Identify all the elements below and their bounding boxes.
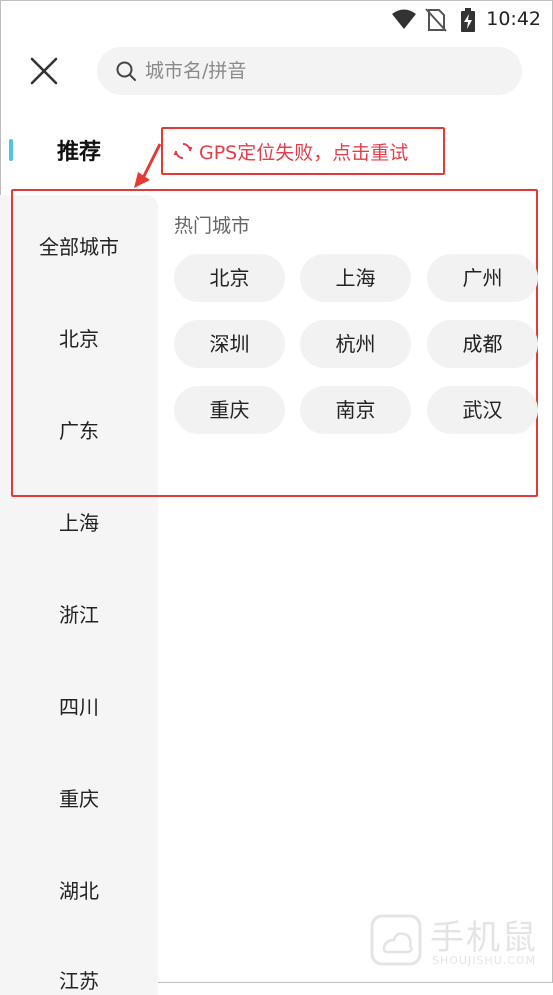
city-chip-guangzhou[interactable]: 广州 bbox=[427, 254, 538, 302]
search-input[interactable] bbox=[143, 59, 487, 83]
watermark: 手机鼠 SHOUJISHU.COM bbox=[368, 910, 548, 972]
city-chip-shenzhen[interactable]: 深圳 bbox=[174, 320, 285, 368]
no-sim-icon bbox=[425, 8, 447, 32]
nav-item-all-cities[interactable]: 全部城市 bbox=[0, 231, 158, 260]
city-chip-chongqing[interactable]: 重庆 bbox=[174, 386, 285, 434]
city-chip-beijing[interactable]: 北京 bbox=[174, 254, 285, 302]
nav-item-sichuan[interactable]: 四川 bbox=[0, 691, 158, 720]
battery-charging-icon bbox=[461, 8, 475, 32]
close-icon bbox=[30, 57, 58, 85]
watermark-text: 手机鼠 bbox=[430, 918, 538, 958]
refresh-icon bbox=[173, 143, 193, 159]
province-nav-list: 全部城市 北京 广东 上海 浙江 四川 重庆 湖北 江苏 bbox=[0, 195, 158, 995]
gps-retry-notice[interactable]: GPS定位失败，点击重试 bbox=[161, 127, 445, 175]
close-button[interactable] bbox=[28, 55, 60, 87]
search-icon bbox=[116, 61, 136, 81]
watermark-subtext: SHOUJISHU.COM bbox=[432, 954, 537, 967]
nav-item-jiangsu[interactable]: 江苏 bbox=[0, 965, 158, 994]
city-chip-nanjing[interactable]: 南京 bbox=[300, 386, 411, 434]
nav-item-hubei[interactable]: 湖北 bbox=[0, 875, 158, 904]
city-chip-shanghai[interactable]: 上海 bbox=[300, 254, 411, 302]
city-chip-chengdu[interactable]: 成都 bbox=[427, 320, 538, 368]
nav-item-beijing[interactable]: 北京 bbox=[0, 323, 158, 352]
nav-item-zhejiang[interactable]: 浙江 bbox=[0, 599, 158, 628]
hot-cities-title: 热门城市 bbox=[174, 215, 251, 237]
status-bar: 10:42 bbox=[353, 0, 553, 38]
nav-item-chongqing[interactable]: 重庆 bbox=[0, 783, 158, 812]
wifi-icon bbox=[392, 9, 416, 29]
city-chip-wuhan[interactable]: 武汉 bbox=[427, 386, 538, 434]
city-chip-hangzhou[interactable]: 杭州 bbox=[300, 320, 411, 368]
annotation-arrow bbox=[134, 143, 162, 188]
status-time: 10:42 bbox=[486, 8, 541, 30]
gps-retry-text: GPS定位失败，点击重试 bbox=[199, 141, 409, 164]
nav-item-shanghai[interactable]: 上海 bbox=[0, 507, 158, 536]
search-bar[interactable] bbox=[97, 47, 522, 95]
nav-item-guangdong[interactable]: 广东 bbox=[0, 415, 158, 444]
watermark-logo-icon bbox=[370, 914, 422, 966]
